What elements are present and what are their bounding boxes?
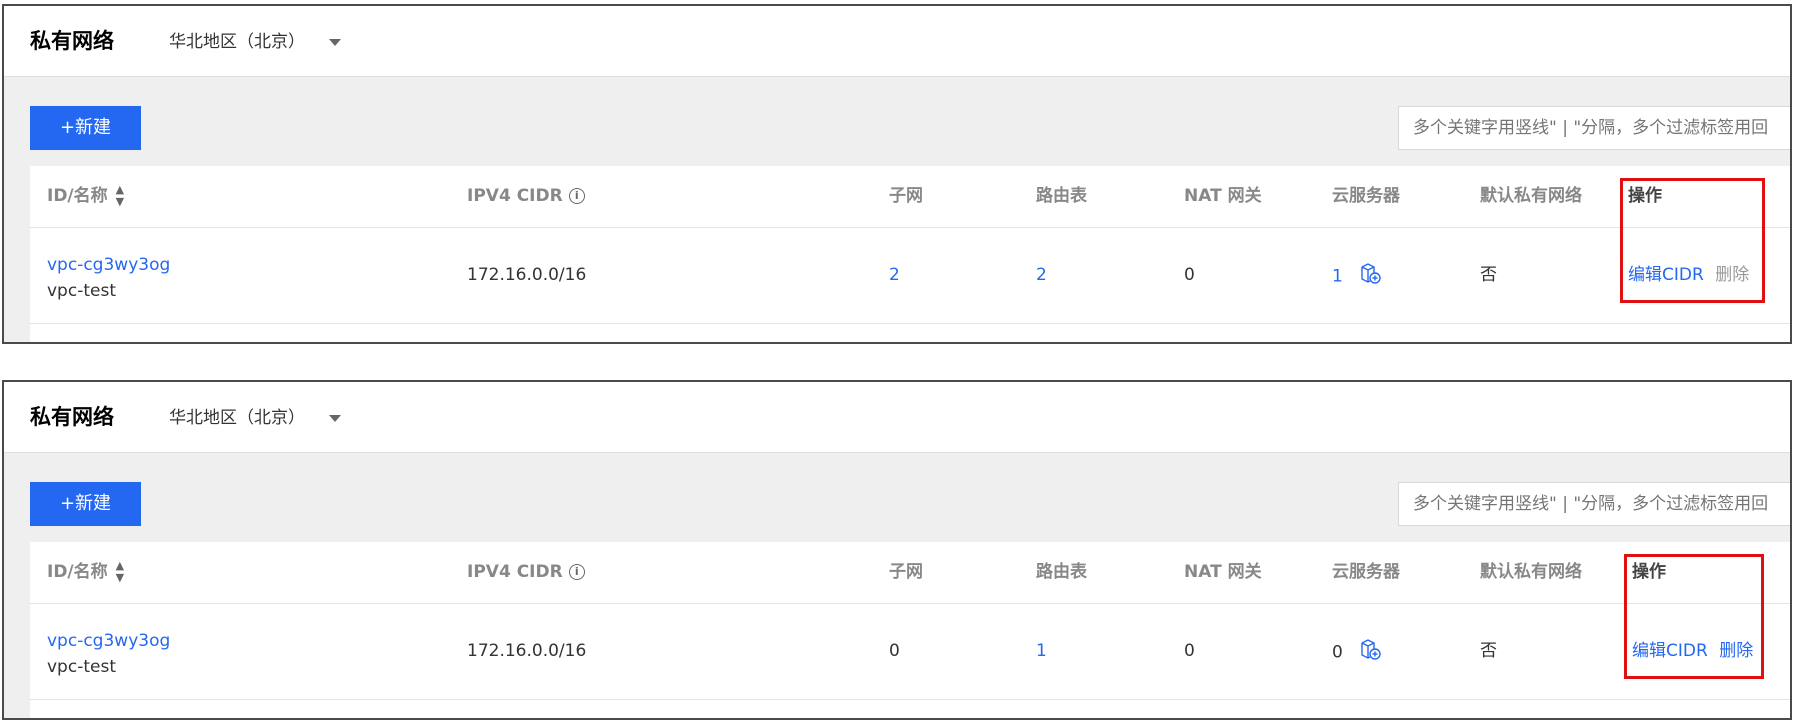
sort-icon[interactable]: ▲ ▼ xyxy=(116,560,124,584)
subnet-count-link[interactable]: 2 xyxy=(889,263,900,287)
vpc-id-link[interactable]: vpc-cg3wy3og xyxy=(47,628,170,654)
vpc-id-link[interactable]: vpc-cg3wy3og xyxy=(47,252,170,278)
column-header-route-table: 路由表 xyxy=(1036,186,1087,206)
column-header-id-name[interactable]: ID/名称 ▲ ▼ xyxy=(47,184,124,208)
vpc-panel-1: 私有网络 华北地区（北京） +新建 ID/名称 ▲▼ IPV4 CIDR i 子网 … xyxy=(2,4,1792,344)
cloud-server-count: 0 xyxy=(1332,642,1343,663)
sort-icon[interactable]: ▲ ▼ xyxy=(116,184,124,208)
cidr-value: 172.16.0.0/16 xyxy=(467,641,587,661)
column-header-nat-gateway: NAT 网关 xyxy=(1184,562,1262,582)
actions-highlight-box xyxy=(1624,554,1764,679)
column-header-subnet: 子网 xyxy=(889,562,923,582)
table-row: vpc-cg3wy3og vpc-test 172.16.0.0/16 0 1 … xyxy=(30,604,1790,700)
info-icon[interactable]: i xyxy=(568,188,585,204)
column-header-cidr: IPV4 CIDR i xyxy=(467,560,585,584)
route-table-count-link[interactable]: 1 xyxy=(1036,639,1047,663)
info-icon[interactable]: i xyxy=(568,564,585,580)
id-name-cell: vpc-cg3wy3og vpc-test xyxy=(47,628,170,680)
cloud-server-cell: 1 xyxy=(1332,261,1382,292)
default-vpc-value: 否 xyxy=(1480,265,1497,285)
table-row: vpc-cg3wy3og vpc-test 172.16.0.0/16 2 2 … xyxy=(30,228,1790,324)
page-header: 私有网络 华北地区（北京） xyxy=(4,382,1790,453)
vpc-table: ID/名称 ▲ ▼ IPV4 CIDR i 子网 路由表 NAT 网关 云服务器 默认… xyxy=(30,166,1790,342)
nat-gateway-count: 0 xyxy=(1184,641,1195,661)
add-server-icon[interactable] xyxy=(1358,261,1382,292)
page-title: 私有网络 xyxy=(30,405,114,429)
column-header-label: ID/名称 xyxy=(47,562,108,582)
column-header-cidr: IPV4 CIDR i xyxy=(467,184,585,208)
column-header-route-table: 路由表 xyxy=(1036,562,1087,582)
column-header-subnet: 子网 xyxy=(889,186,923,206)
vpc-name: vpc-test xyxy=(47,657,116,677)
nat-gateway-count: 0 xyxy=(1184,265,1195,285)
new-vpc-button[interactable]: +新建 xyxy=(30,106,141,150)
id-name-cell: vpc-cg3wy3og vpc-test xyxy=(47,252,170,304)
add-server-icon[interactable] xyxy=(1358,637,1382,668)
cidr-value: 172.16.0.0/16 xyxy=(467,265,587,285)
subnet-count: 0 xyxy=(889,641,900,661)
cloud-server-count-link[interactable]: 1 xyxy=(1332,267,1343,287)
region-label: 华北地区（北京） xyxy=(169,32,305,52)
column-header-nat-gateway: NAT 网关 xyxy=(1184,186,1262,206)
table-header: ID/名称 ▲ ▼ IPV4 CIDR i 子网 路由表 NAT 网关 云服务器 默认… xyxy=(30,542,1790,604)
column-header-label: IPV4 CIDR xyxy=(467,562,563,582)
chevron-down-icon xyxy=(329,38,341,46)
vpc-table: ID/名称 ▲ ▼ IPV4 CIDR i 子网 路由表 NAT 网关 云服务器 默认… xyxy=(30,542,1790,718)
vpc-name: vpc-test xyxy=(47,281,116,301)
column-header-label: IPV4 CIDR xyxy=(467,186,563,206)
region-selector[interactable]: 华北地区（北京） xyxy=(169,30,341,54)
column-header-default-vpc: 默认私有网络 xyxy=(1480,186,1582,206)
column-header-default-vpc: 默认私有网络 xyxy=(1480,562,1582,582)
route-table-count-link[interactable]: 2 xyxy=(1036,263,1047,287)
region-selector[interactable]: 华北地区（北京） xyxy=(169,406,341,430)
search-input[interactable] xyxy=(1398,482,1790,526)
region-label: 华北地区（北京） xyxy=(169,408,305,428)
page-title: 私有网络 xyxy=(30,29,114,53)
cloud-server-cell: 0 xyxy=(1332,637,1382,668)
page-header: 私有网络 华北地区（北京） xyxy=(4,6,1790,77)
actions-highlight-box xyxy=(1620,178,1765,303)
chevron-down-icon xyxy=(329,414,341,422)
column-header-label: ID/名称 xyxy=(47,186,108,206)
table-header: ID/名称 ▲ ▼ IPV4 CIDR i 子网 路由表 NAT 网关 云服务器 默认… xyxy=(30,166,1790,228)
new-vpc-button[interactable]: +新建 xyxy=(30,482,141,526)
search-input[interactable] xyxy=(1398,106,1790,150)
column-header-id-name[interactable]: ID/名称 ▲ ▼ xyxy=(47,560,124,584)
vpc-panel-2: 私有网络 华北地区（北京） +新建 ID/名称 ▲▼ IPV4 CIDR i 子网 … xyxy=(2,380,1792,720)
column-header-cloud-server: 云服务器 xyxy=(1332,562,1400,582)
column-header-cloud-server: 云服务器 xyxy=(1332,186,1400,206)
default-vpc-value: 否 xyxy=(1480,641,1497,661)
